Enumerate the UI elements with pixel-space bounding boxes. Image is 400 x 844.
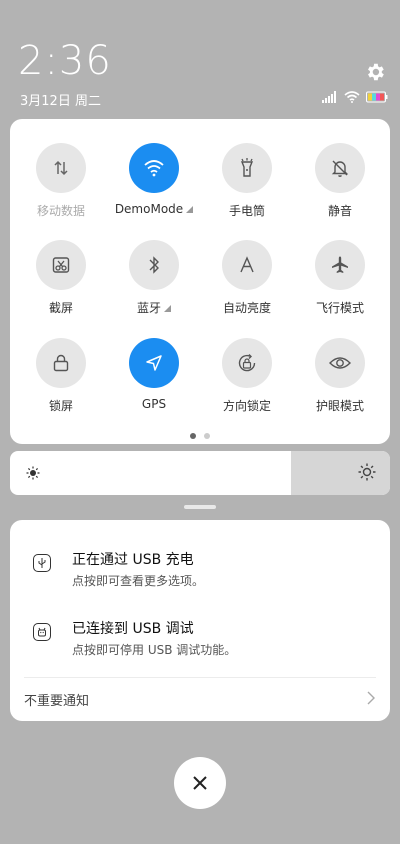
airplane-icon[interactable] [315, 240, 365, 290]
android-debug-icon [33, 623, 51, 641]
wifi-status-icon [344, 91, 360, 103]
tile-mobile-data[interactable]: 移动数据 [16, 143, 106, 219]
expand-triangle-icon[interactable] [186, 206, 194, 213]
tile-label: 截屏 [48, 301, 73, 315]
signal-icon [322, 91, 336, 103]
tile-label: 蓝牙 [136, 301, 161, 315]
notification-body: 点按即可停用 USB 调试功能。 [72, 643, 237, 657]
date: 3月12日 周二 [20, 94, 101, 109]
tile-gps[interactable]: GPS [109, 338, 199, 411]
tile-rotation-lock[interactable]: 方向锁定 [202, 338, 292, 414]
tile-wifi[interactable]: DemoMode [109, 143, 199, 216]
clock: 2:36 [18, 38, 112, 84]
tile-label: 移动数据 [36, 204, 85, 218]
close-button[interactable] [174, 757, 226, 809]
rotation-lock-icon[interactable] [222, 338, 272, 388]
chevron-right-icon[interactable] [366, 690, 376, 710]
brightness-high-icon [358, 463, 376, 485]
wifi-icon[interactable] [129, 143, 179, 193]
expand-triangle-icon[interactable] [164, 305, 171, 312]
brightness-low-icon [26, 465, 40, 484]
page-indicator [190, 433, 210, 439]
tile-eye-protection[interactable]: 护眼模式 [295, 338, 385, 414]
tile-label: 飞行模式 [315, 301, 364, 315]
tile-bluetooth[interactable]: 蓝牙 [109, 240, 199, 316]
eye-icon[interactable] [315, 338, 365, 388]
tile-auto-brightness[interactable]: 自动亮度 [202, 240, 292, 316]
tile-label: 自动亮度 [222, 301, 271, 315]
gear-icon[interactable] [364, 61, 386, 83]
page-dot[interactable] [204, 433, 210, 439]
mute-bell-icon[interactable] [315, 143, 365, 193]
tile-label: GPS [141, 397, 167, 411]
quick-settings-panel: 移动数据 DemoMode 手电筒 静音 截屏 蓝牙 自动亮度 飞行模式 锁屏 … [10, 119, 390, 444]
lock-icon[interactable] [36, 338, 86, 388]
tile-label-wrap: 蓝牙 [109, 299, 199, 316]
notification-usb-charging[interactable]: 正在通过 USB 充电 点按即可查看更多选项。 [10, 543, 390, 603]
battery-icon [366, 91, 388, 103]
tile-screenshot[interactable]: 截屏 [16, 240, 106, 316]
page-dot-active[interactable] [190, 433, 196, 439]
tile-label: 手电筒 [228, 204, 265, 218]
location-arrow-icon[interactable] [129, 338, 179, 388]
drag-handle[interactable] [184, 505, 216, 509]
tile-label: 静音 [327, 204, 352, 218]
tile-label: DemoMode [114, 202, 184, 216]
close-icon [193, 776, 207, 790]
usb-icon [33, 554, 51, 572]
auto-brightness-icon[interactable] [222, 240, 272, 290]
screenshot-icon[interactable] [36, 240, 86, 290]
tile-label: 护眼模式 [315, 399, 364, 413]
brightness-slider[interactable] [10, 451, 390, 495]
tile-label-wrap: DemoMode [109, 202, 199, 216]
notification-title: 已连接到 USB 调试 [72, 621, 194, 637]
status-header: 2:36 3月12日 周二 [0, 0, 400, 110]
notification-panel: 正在通过 USB 充电 点按即可查看更多选项。 已连接到 USB 调试 点按即可… [10, 520, 390, 721]
tile-mute[interactable]: 静音 [295, 143, 385, 219]
mobile-data-icon[interactable] [36, 143, 86, 193]
notification-body: 点按即可查看更多选项。 [72, 574, 205, 588]
tile-flashlight[interactable]: 手电筒 [202, 143, 292, 219]
system-icons [322, 90, 388, 104]
tile-airplane[interactable]: 飞行模式 [295, 240, 385, 316]
unimportant-notifications-link[interactable]: 不重要通知 [24, 690, 89, 709]
notification-title: 正在通过 USB 充电 [72, 552, 194, 568]
flashlight-icon[interactable] [222, 143, 272, 193]
notification-usb-debugging[interactable]: 已连接到 USB 调试 点按即可停用 USB 调试功能。 [10, 612, 390, 672]
tile-label: 方向锁定 [222, 399, 271, 413]
bluetooth-icon[interactable] [129, 240, 179, 290]
tile-label: 锁屏 [48, 399, 73, 413]
divider [24, 677, 376, 678]
tile-lock-screen[interactable]: 锁屏 [16, 338, 106, 414]
